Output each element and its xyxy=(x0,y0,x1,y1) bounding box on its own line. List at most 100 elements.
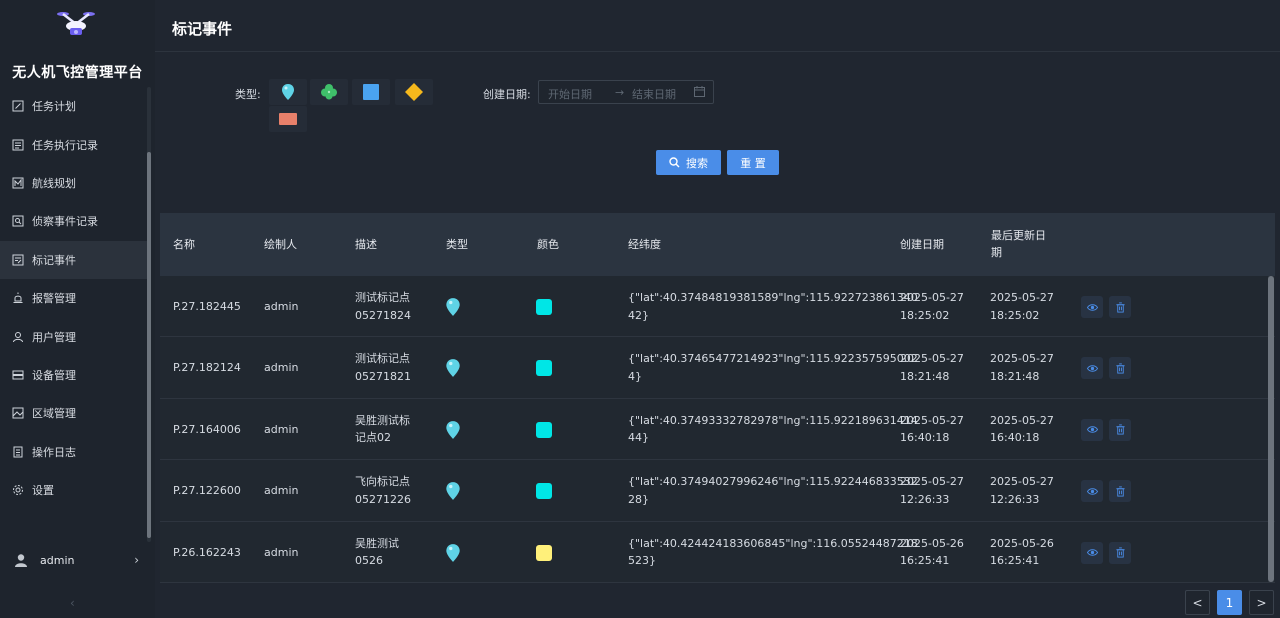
user-menu[interactable]: admin › xyxy=(0,545,155,575)
type-filter-label: 类型: xyxy=(235,88,261,101)
cell-updated: 2025-05-27 12:26:33 xyxy=(990,473,1054,508)
table-scrollbar-thumb[interactable] xyxy=(1268,276,1274,582)
sidebar-item-1[interactable]: 任务执行记录 xyxy=(0,125,148,163)
sidebar-item-0[interactable]: 任务计划 xyxy=(0,87,148,125)
trash-icon xyxy=(1115,363,1125,374)
table-header: 名称 绘制人 描述 类型 颜色 经纬度 创建日期 最后更新日期 xyxy=(160,213,1275,276)
eye-icon xyxy=(1086,365,1098,372)
cell-created: 2025-05-26 16:25:41 xyxy=(900,535,964,570)
sidebar-item-3[interactable]: 侦察事件记录 xyxy=(0,202,148,240)
desc-line-2: 0526 xyxy=(355,554,383,568)
created-time: 18:21:48 xyxy=(900,369,950,383)
coord-line-1: {"lat":40.37465477214923"lng":115.922357… xyxy=(628,352,918,366)
color-swatch xyxy=(536,360,552,377)
sidebar-item-10[interactable]: 设置 xyxy=(0,471,148,509)
page-1-button[interactable]: 1 xyxy=(1217,590,1242,615)
view-button[interactable] xyxy=(1081,541,1103,564)
created-date: 2025-05-27 xyxy=(900,475,964,489)
prev-page-button[interactable]: < xyxy=(1185,590,1210,615)
type-option-clover[interactable] xyxy=(310,79,348,105)
coord-line-2: 44} xyxy=(628,431,649,445)
table-row[interactable]: P.27.122600 admin 飞向标记点 05271226 {"lat":40.3… xyxy=(160,460,1275,522)
coord-line-2: 523} xyxy=(628,554,656,568)
updated-date: 2025-05-27 xyxy=(990,413,1054,427)
view-button[interactable] xyxy=(1081,480,1103,503)
pin-icon xyxy=(446,543,460,562)
view-button[interactable] xyxy=(1081,357,1103,380)
eye-icon xyxy=(1086,549,1098,556)
sidebar-item-8[interactable]: 区域管理 xyxy=(0,394,148,432)
alarm-icon xyxy=(12,292,24,304)
sidebar-scrollbar-thumb[interactable] xyxy=(147,152,151,538)
sidebar-item-label: 标记事件 xyxy=(32,253,76,267)
app-root: 无人机飞控管理平台 任务计划任务执行记录航线规划侦察事件记录标记事件报警管理用户… xyxy=(0,0,1280,618)
type-option-diamond[interactable] xyxy=(395,79,433,105)
collapse-sidebar-button[interactable]: ‹ xyxy=(70,596,75,610)
delete-button[interactable] xyxy=(1109,480,1131,503)
eye-icon xyxy=(1086,303,1098,311)
search-icon xyxy=(669,157,680,168)
sidebar-item-6[interactable]: 用户管理 xyxy=(0,317,148,355)
updated-time: 12:26:33 xyxy=(990,492,1040,506)
column-header-updated: 最后更新日期 xyxy=(991,229,1046,259)
table-row[interactable]: P.27.182124 admin 测试标记点 05271821 {"lat":40.3… xyxy=(160,337,1275,399)
next-page-button[interactable]: > xyxy=(1249,590,1274,615)
desc-line-2: 05271824 xyxy=(355,308,411,322)
type-option-rectangle[interactable] xyxy=(269,106,307,132)
view-button[interactable] xyxy=(1081,418,1103,441)
sidebar-item-label: 任务计划 xyxy=(32,100,76,114)
cell-coord: {"lat":40.37493332782978"lng":115.922189… xyxy=(628,412,918,447)
delete-button[interactable] xyxy=(1109,418,1131,441)
date-arrow: → xyxy=(615,86,625,99)
delete-button[interactable] xyxy=(1109,357,1131,380)
cell-created: 2025-05-27 16:40:18 xyxy=(900,412,964,447)
coord-line-1: {"lat":40.37494027996246"lng":115.922446… xyxy=(628,475,918,489)
cell-coord: {"lat":40.424424183606845"lng":116.05524… xyxy=(628,535,918,570)
desc-line-1: 吴胜测试标 xyxy=(355,413,410,427)
created-date: 2025-05-27 xyxy=(900,291,964,304)
trash-icon xyxy=(1115,301,1125,313)
table-row[interactable]: P.27.182445 admin 测试标记点 05271824 {"lat":40.3… xyxy=(160,276,1275,338)
cell-author: admin xyxy=(264,484,299,498)
date-start-placeholder[interactable]: 开始日期 xyxy=(548,86,592,102)
sidebar-item-5[interactable]: 报警管理 xyxy=(0,279,148,317)
table-row[interactable]: P.26.162243 admin 吴胜测试 0526 {"lat":40.424424… xyxy=(160,521,1275,583)
sidebar-item-label: 设置 xyxy=(32,484,54,498)
cell-name: P.27.182445 xyxy=(173,300,241,313)
cell-desc: 飞向标记点 05271226 xyxy=(355,473,411,508)
sidebar-item-9[interactable]: 操作日志 xyxy=(0,433,148,471)
type-option-pin[interactable] xyxy=(269,79,307,105)
cell-created: 2025-05-27 18:25:02 xyxy=(900,289,964,324)
view-button[interactable] xyxy=(1081,296,1103,318)
edit-icon xyxy=(12,100,24,112)
cell-author: admin xyxy=(264,300,299,313)
sidebar-item-label: 区域管理 xyxy=(32,407,76,421)
pin-icon xyxy=(446,482,460,501)
table-row[interactable]: P.27.164006 admin 吴胜测试标 记点02 {"lat":40.37493… xyxy=(160,398,1275,461)
reset-button[interactable]: 重 置 xyxy=(727,150,779,175)
sidebar-item-label: 报警管理 xyxy=(32,292,76,306)
platform-title: 无人机飞控管理平台 xyxy=(12,65,143,81)
coord-line-1: {"lat":40.424424183606845"lng":116.05524… xyxy=(628,536,918,550)
date-range-picker[interactable]: 开始日期 → 结束日期 xyxy=(538,80,714,104)
cell-updated: 2025-05-26 16:25:41 xyxy=(990,535,1054,570)
date-filter-label: 创建日期: xyxy=(483,88,531,101)
sidebar-item-2[interactable]: 航线规划 xyxy=(0,164,148,202)
eye-icon xyxy=(1086,426,1098,434)
list-icon xyxy=(12,139,24,151)
sidebar-item-4[interactable]: 标记事件 xyxy=(0,240,148,279)
created-time: 16:25:41 xyxy=(900,554,950,568)
sidebar-item-label: 航线规划 xyxy=(32,176,76,190)
column-header-author: 绘制人 xyxy=(264,238,297,251)
mark-icon xyxy=(12,254,24,266)
cell-name: P.27.182124 xyxy=(173,361,241,375)
chevron-right-icon: › xyxy=(134,553,139,567)
delete-button[interactable] xyxy=(1109,296,1131,318)
date-end-placeholder[interactable]: 结束日期 xyxy=(632,86,676,102)
desc-line-1: 测试标记点 xyxy=(355,291,410,304)
sidebar-item-7[interactable]: 设备管理 xyxy=(0,356,148,394)
search-button[interactable]: 搜索 xyxy=(656,150,721,175)
type-option-square[interactable] xyxy=(352,79,390,105)
delete-button[interactable] xyxy=(1109,541,1131,564)
calendar-icon xyxy=(694,86,705,97)
